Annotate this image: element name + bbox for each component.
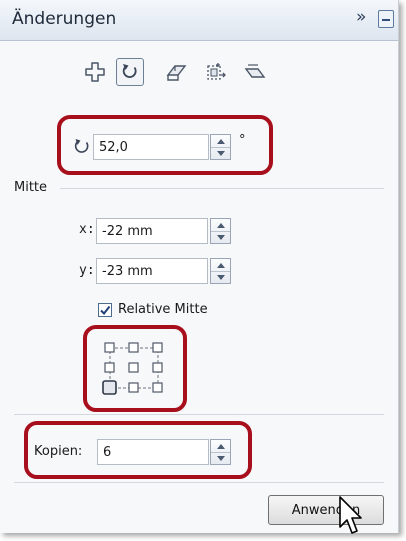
- rotate-tool-button[interactable]: [116, 58, 144, 86]
- size-tool-button[interactable]: [202, 58, 230, 86]
- center-y-input[interactable]: [97, 259, 207, 283]
- section-divider: [14, 414, 384, 415]
- rotate-icon: [122, 64, 137, 78]
- center-x-field[interactable]: [96, 218, 208, 244]
- minimize-button[interactable]: [378, 10, 394, 28]
- apply-button[interactable]: Anwenden: [268, 495, 384, 525]
- center-x-label: x:: [79, 222, 95, 237]
- copies-highlight-box: [24, 421, 252, 479]
- mouse-pointer-icon: [339, 496, 362, 534]
- spin-down-arrow-icon[interactable]: [211, 271, 230, 283]
- center-y-label: y:: [79, 263, 95, 278]
- spin-down-arrow-icon[interactable]: [211, 231, 230, 243]
- center-x-input[interactable]: [97, 219, 207, 243]
- relative-center-checkbox[interactable]: [98, 303, 112, 317]
- center-x-spinner[interactable]: [210, 218, 231, 244]
- center-y-spinner[interactable]: [210, 258, 231, 284]
- size-icon: [207, 63, 226, 80]
- position-tool-button[interactable]: [81, 58, 109, 86]
- skew-tool-button[interactable]: [241, 58, 269, 86]
- move-cross-icon: [85, 62, 105, 82]
- collapse-chevron-icon[interactable]: »: [356, 7, 366, 27]
- checkmark-icon: [100, 305, 111, 316]
- relative-center-label[interactable]: Relative Mitte: [118, 302, 208, 317]
- skew-icon: [244, 64, 266, 78]
- section-divider: [60, 188, 384, 189]
- section-divider: [14, 482, 384, 483]
- mirror-icon: [166, 65, 187, 81]
- mirror-tool-button[interactable]: [162, 58, 190, 86]
- center-section-label: Mitte: [14, 180, 48, 195]
- panel-titlebar: Änderungen »: [0, 0, 398, 41]
- rotation-highlight-box: [57, 115, 273, 175]
- center-y-field[interactable]: [96, 258, 208, 284]
- anchor-highlight-box: [83, 325, 187, 412]
- panel-title: Änderungen: [12, 9, 117, 29]
